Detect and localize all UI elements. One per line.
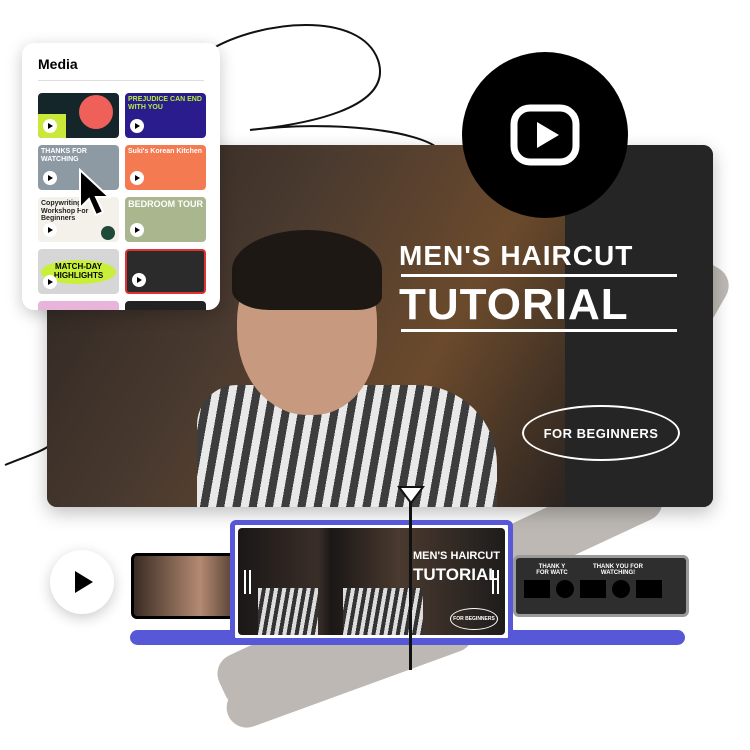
clip-badge: FOR BEGINNERS	[450, 608, 498, 630]
clip-title-line1: MEN'S HAIRCUT	[413, 550, 500, 562]
timeline-clip-selected[interactable]: MEN'S HAIRCUT TUTORIAL FOR BEGINNERS	[230, 520, 513, 643]
media-thumbnail[interactable]	[38, 301, 119, 310]
media-thumbnail[interactable]	[125, 249, 206, 294]
play-icon	[130, 119, 144, 133]
play-icon	[130, 171, 144, 185]
man-hair	[232, 230, 382, 310]
play-icon	[510, 104, 580, 166]
playhead-handle[interactable]	[397, 485, 425, 505]
cursor-icon	[79, 168, 112, 217]
media-thumbnail[interactable]: MATCH-DAY HIGHLIGHTS	[38, 249, 119, 294]
trim-handle-icon[interactable]	[244, 570, 251, 594]
clip-title-line2: TUTORIAL	[413, 565, 499, 584]
play-icon	[43, 171, 57, 185]
trim-handle-icon[interactable]	[492, 570, 499, 594]
timeline-clip-end[interactable]: THANK Y FOR WATC THANK YOU FOR WATCHING!	[513, 555, 689, 617]
play-icon	[43, 275, 57, 289]
play-icon	[43, 223, 57, 237]
media-thumbnail[interactable]: BEDROOM TOUR	[125, 197, 206, 242]
media-thumbnail[interactable]: Suki's Korean Kitchen	[125, 145, 206, 190]
title-rule	[401, 274, 677, 277]
media-thumbnail[interactable]: PREJUDICE CAN END WITH YOU	[125, 93, 206, 138]
playhead[interactable]	[409, 497, 412, 670]
media-panel: Media PREJUDICE CAN END WITH YOU THANKS …	[22, 43, 220, 310]
divider	[38, 80, 204, 81]
play-icon	[130, 223, 144, 237]
end-clip-text: THANK YOU FOR WATCHING!	[593, 564, 643, 576]
media-title: Media	[38, 56, 78, 72]
play-button[interactable]	[462, 52, 628, 218]
beginners-badge: FOR BEGINNERS	[522, 405, 680, 461]
media-thumbnail[interactable]	[38, 93, 119, 138]
title-rule	[401, 329, 677, 332]
video-title-line1: MEN'S HAIRCUT	[399, 240, 634, 271]
timeline-play-button[interactable]	[50, 550, 114, 614]
play-icon	[43, 119, 57, 133]
media-thumbnail[interactable]	[125, 301, 206, 310]
end-clip-text: THANK Y FOR WATC	[536, 564, 568, 576]
play-icon	[132, 273, 146, 287]
video-title-line2: TUTORIAL	[399, 280, 629, 329]
